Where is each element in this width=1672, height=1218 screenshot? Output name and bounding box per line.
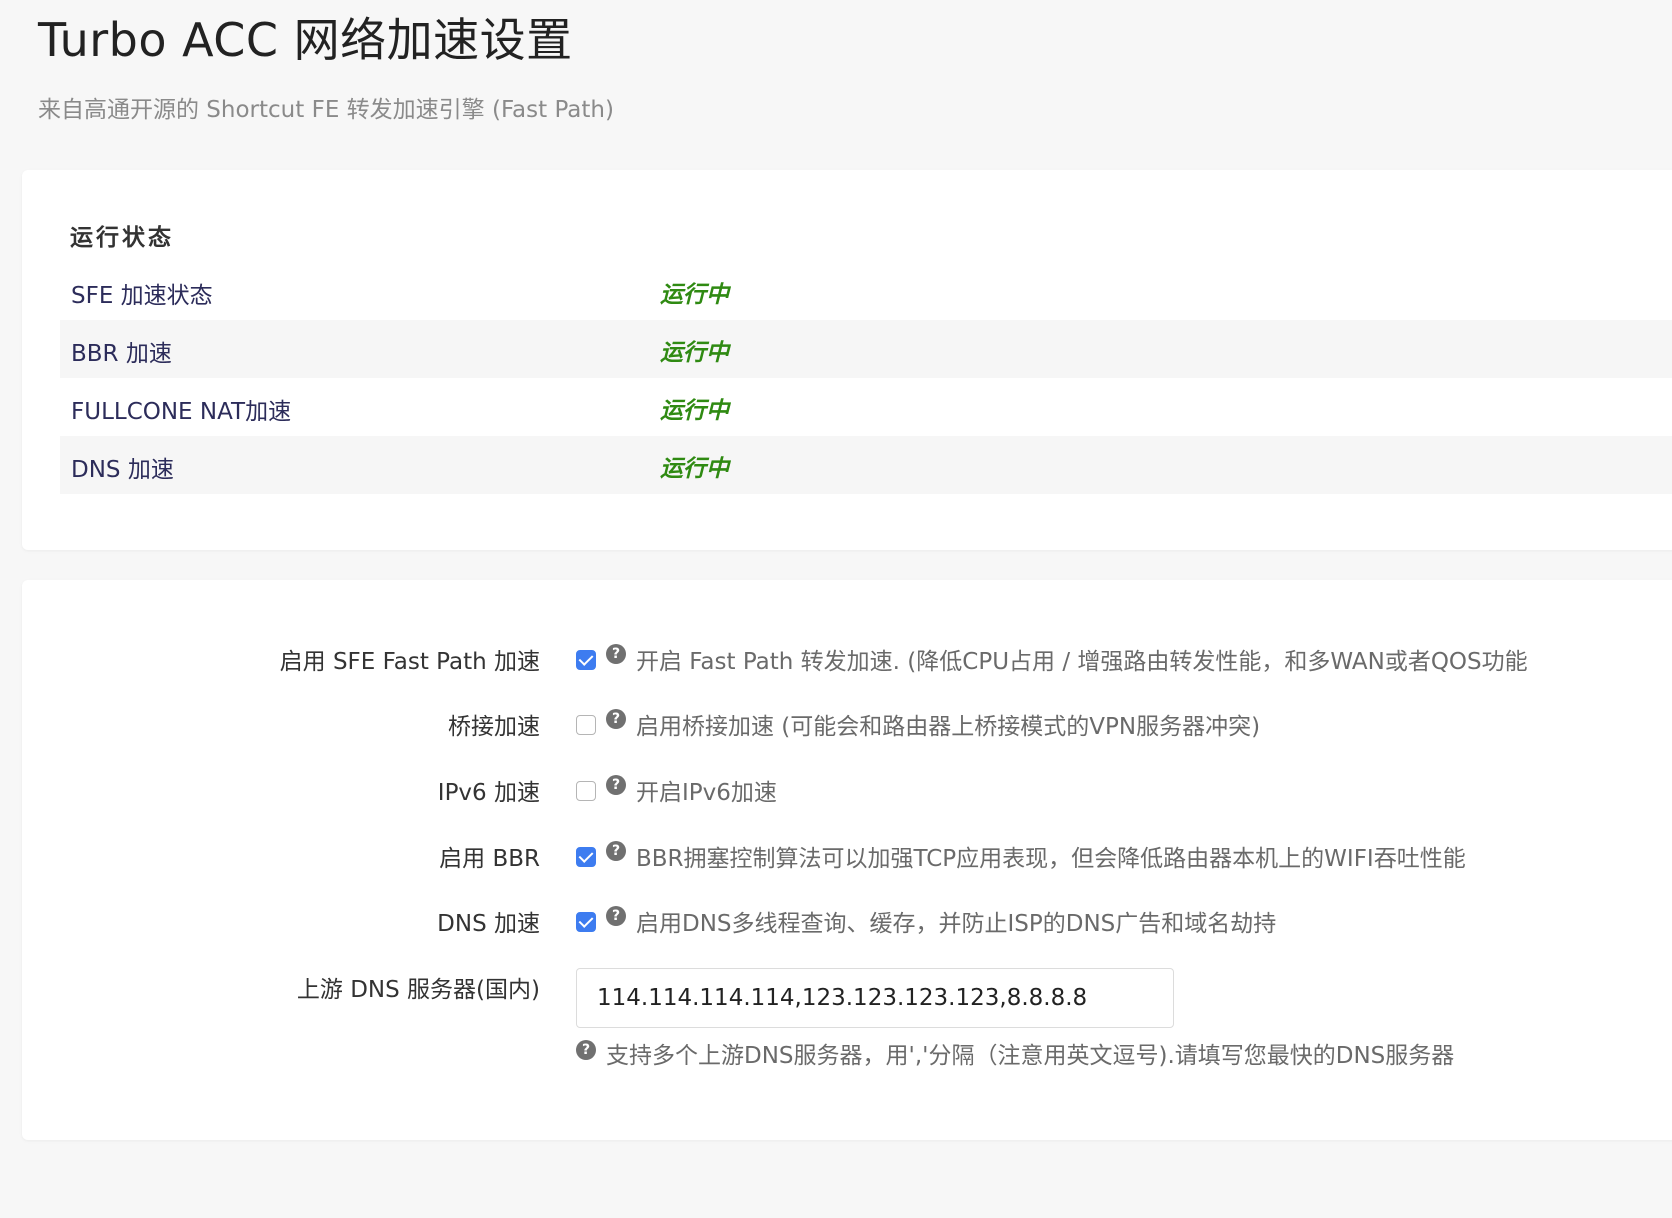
sfe-fast-path-checkbox[interactable]: [576, 650, 596, 670]
help-icon: ?: [606, 644, 626, 664]
help-icon: ?: [606, 709, 626, 729]
help-icon: ?: [576, 1040, 596, 1060]
upstream-dns-hint: 支持多个上游DNS服务器，用','分隔（注意用英文逗号).请填写您最快的DNS服…: [606, 1043, 1455, 1069]
option-label: DNS 加速: [437, 911, 540, 937]
status-label: DNS 加速: [71, 457, 174, 483]
page-subtitle: 来自高通开源的 Shortcut FE 转发加速引擎 (Fast Path): [38, 97, 614, 123]
settings-card: 启用 SFE Fast Path 加速 ? 开启 Fast Path 转发加速.…: [22, 580, 1672, 1140]
status-value: 运行中: [660, 282, 729, 308]
help-icon: ?: [606, 841, 626, 861]
upstream-dns-label: 上游 DNS 服务器(国内): [296, 977, 540, 1003]
status-table: SFE 加速状态 运行中 BBR 加速 运行中 FULLCONE NAT加速 运…: [60, 262, 1672, 494]
option-description: 启用DNS多线程查询、缓存，并防止ISP的DNS广告和域名劫持: [636, 911, 1277, 937]
option-dns-accel: DNS 加速 ? 启用DNS多线程查询、缓存，并防止ISP的DNS广告和域名劫持: [22, 904, 1672, 944]
status-value: 运行中: [660, 398, 729, 424]
option-description: BBR拥塞控制算法可以加强TCP应用表现，但会降低路由器本机上的WIFI吞吐性能: [636, 846, 1466, 872]
status-value: 运行中: [660, 456, 729, 482]
status-card: 运行状态 SFE 加速状态 运行中 BBR 加速 运行中 FULLCONE NA…: [22, 170, 1672, 550]
option-label: IPv6 加速: [437, 780, 540, 806]
status-value: 运行中: [660, 340, 729, 366]
option-description: 启用桥接加速 (可能会和路由器上桥接模式的VPN服务器冲突): [636, 714, 1261, 740]
status-label: FULLCONE NAT加速: [71, 399, 292, 425]
status-row-fullcone: FULLCONE NAT加速 运行中: [60, 378, 1672, 436]
option-description: 开启IPv6加速: [636, 780, 777, 806]
option-label: 启用 BBR: [439, 846, 540, 872]
help-icon: ?: [606, 906, 626, 926]
dns-accel-checkbox[interactable]: [576, 912, 596, 932]
ipv6-accel-checkbox[interactable]: [576, 781, 596, 801]
help-icon: ?: [606, 775, 626, 795]
option-bbr: 启用 BBR ? BBR拥塞控制算法可以加强TCP应用表现，但会降低路由器本机上…: [22, 839, 1672, 879]
bridge-accel-checkbox[interactable]: [576, 715, 596, 735]
status-label: BBR 加速: [71, 341, 172, 367]
status-row-sfe: SFE 加速状态 运行中: [60, 262, 1672, 320]
bbr-checkbox[interactable]: [576, 847, 596, 867]
upstream-dns-input[interactable]: [576, 968, 1174, 1028]
status-label: SFE 加速状态: [71, 283, 213, 309]
option-sfe-fast-path: 启用 SFE Fast Path 加速 ? 开启 Fast Path 转发加速.…: [22, 642, 1672, 682]
status-row-bbr: BBR 加速 运行中: [60, 320, 1672, 378]
option-label: 启用 SFE Fast Path 加速: [279, 649, 540, 675]
option-ipv6-accel: IPv6 加速 ? 开启IPv6加速: [22, 773, 1672, 813]
page-title: Turbo ACC 网络加速设置: [38, 13, 573, 67]
section-title: 运行状态: [70, 225, 174, 251]
option-description: 开启 Fast Path 转发加速. (降低CPU占用 / 增强路由转发性能，和…: [636, 649, 1528, 675]
option-label: 桥接加速: [448, 714, 540, 740]
option-bridge-accel: 桥接加速 ? 启用桥接加速 (可能会和路由器上桥接模式的VPN服务器冲突): [22, 707, 1672, 747]
status-row-dns: DNS 加速 运行中: [60, 436, 1672, 494]
